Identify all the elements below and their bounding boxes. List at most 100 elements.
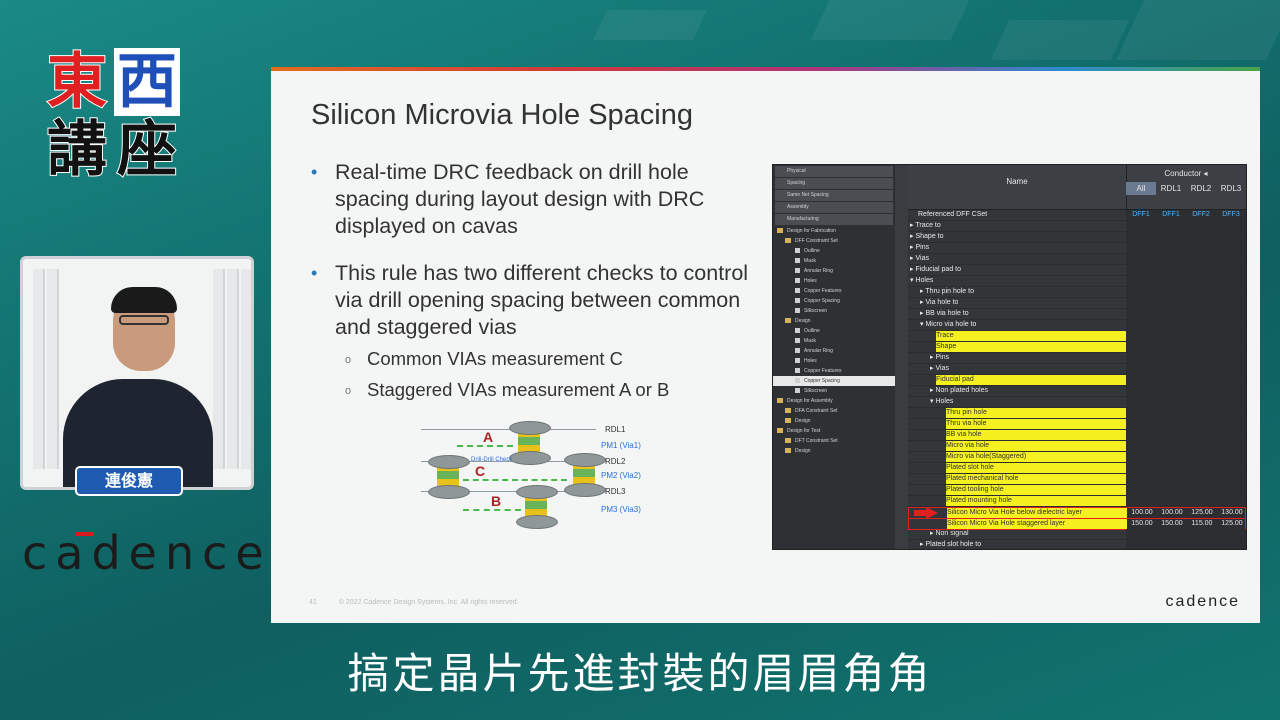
constraint-manager-screenshot: Physical Spacing Same Net Spacing Assembly M… <box>772 164 1247 550</box>
tree-item[interactable]: Design <box>773 316 895 326</box>
grid-row[interactable]: ▾ Holes <box>908 276 1246 287</box>
layer-label: RDL1 <box>605 425 626 434</box>
tree-item[interactable]: Design <box>773 446 895 456</box>
conductor-header: Conductor ◂ <box>1164 169 1208 178</box>
grid-row[interactable]: Plated mounting hole <box>908 496 1246 507</box>
grid-row[interactable]: ▸ Pins <box>908 353 1246 364</box>
grid-row[interactable]: Micro via hole <box>908 441 1246 452</box>
grid-row[interactable]: Thru pin hole <box>908 408 1246 419</box>
slide-title: Silicon Microvia Hole Spacing <box>311 99 693 131</box>
copyright: © 2022 Cadence Design Systems, Inc. All … <box>338 599 519 606</box>
caption-subtitle: 搞定晶片先進封裝的眉眉角角 <box>347 649 933 698</box>
tree-item[interactable]: Silkscreen <box>773 386 895 396</box>
bullet-item: • This rule has two different checks to c… <box>311 261 749 339</box>
measure-c-label: C <box>475 463 486 479</box>
grid-row[interactable]: Plated mechanical hole <box>908 474 1246 485</box>
layer-label: RDL3 <box>605 487 626 496</box>
constraint-grid: Name Conductor ◂ All RDL1 RDL2 RDL3 Refe… <box>908 165 1246 549</box>
tree-item[interactable]: Silkscreen <box>773 306 895 316</box>
tree-item[interactable]: Mask <box>773 256 895 266</box>
slide-color-bar <box>271 67 1260 71</box>
grid-row[interactable]: Plated slot hole <box>908 463 1246 474</box>
layer-label: PM1 (Via1) <box>601 441 641 450</box>
grid-row[interactable]: ▸ Plated slot hole to <box>908 540 1246 549</box>
slide-cadence-logo: cadence <box>1165 593 1240 610</box>
logo-char-3: 講 <box>46 115 108 185</box>
page-number: 41 <box>309 599 317 606</box>
grid-row[interactable]: Plated tooling hole <box>908 485 1246 496</box>
grid-row[interactable]: Micro via hole(Staggered) <box>908 452 1246 463</box>
grid-row[interactable]: Trace <box>908 331 1246 342</box>
via-pm2-left <box>428 455 470 499</box>
grid-row[interactable]: ▾ Holes <box>908 397 1246 408</box>
speaker-video <box>20 256 254 490</box>
tree-item[interactable]: Design for Assembly <box>773 396 895 406</box>
cadence-logo: cadence <box>22 526 272 580</box>
grid-row[interactable]: ▸ Fiducial pad to <box>908 265 1246 276</box>
grid-header: Name Conductor ◂ All RDL1 RDL2 RDL3 <box>908 165 1246 210</box>
tree-item[interactable]: Copper Spacing <box>773 296 895 306</box>
column-header: RDL1 <box>1160 184 1182 193</box>
tree-item[interactable]: Holes <box>773 356 895 366</box>
tree-item[interactable]: Holes <box>773 276 895 286</box>
via-pm1 <box>509 421 551 465</box>
red-arrow-icon <box>914 510 926 516</box>
grid-row[interactable]: ▸ Thru pin hole to <box>908 287 1246 298</box>
constraint-tab[interactable]: Same Net Spacing <box>775 190 893 201</box>
grid-row[interactable]: ▸ Vias <box>908 254 1246 265</box>
grid-row[interactable]: Fiducial pad <box>908 375 1246 386</box>
tree-item[interactable]: Copper Features <box>773 286 895 296</box>
layer-label: PM3 (Via3) <box>601 505 641 514</box>
tree-item[interactable]: Mask <box>773 336 895 346</box>
grid-row[interactable]: ▸ Non plated holes <box>908 386 1246 397</box>
grid-row[interactable]: Thru via hole <box>908 419 1246 430</box>
layer-label: RDL2 <box>605 457 626 466</box>
grid-row[interactable]: ▸ Trace to <box>908 221 1246 232</box>
tree-item[interactable]: Design for Fabrication <box>773 226 895 236</box>
constraint-tab[interactable]: Spacing <box>775 178 893 189</box>
grid-row[interactable]: Shape <box>908 342 1246 353</box>
grid-row[interactable]: ▸ Vias <box>908 364 1246 375</box>
logo-char-1: 東 <box>46 47 108 117</box>
bullet-list: • Real-time DRC feedback on drill hole sp… <box>311 159 751 409</box>
grid-row[interactable]: ▸ Non signal <box>908 529 1246 540</box>
tree-item[interactable]: Design for Test <box>773 426 895 436</box>
grid-row[interactable]: ▸ Shape to <box>908 232 1246 243</box>
tree-item[interactable]: Copper Features <box>773 366 895 376</box>
bullet-item: • Real-time DRC feedback on drill hole sp… <box>311 160 705 238</box>
speaker-nameplate: 連俊憲 <box>75 466 183 496</box>
logo-char-4: 座 <box>116 115 178 185</box>
tree-item[interactable]: Outline <box>773 246 895 256</box>
grid-row[interactable]: ▸ Pins <box>908 243 1246 254</box>
via-spacing-diagram: A C B Drill-Drill Check RDL1 PM1 (Via1) … <box>421 419 651 531</box>
tree-item[interactable]: Copper Spacing <box>773 376 895 386</box>
tree-item[interactable]: DFF Constraint Set <box>773 236 895 246</box>
column-header: RDL2 <box>1190 184 1212 193</box>
grid-row[interactable]: BB via hole <box>908 430 1246 441</box>
grid-row[interactable]: ▸ BB via hole to <box>908 309 1246 320</box>
constraint-tree: Physical Spacing Same Net Spacing Assembly M… <box>773 165 895 549</box>
constraint-tab[interactable]: Physical <box>775 166 893 177</box>
tree-item[interactable]: Annular Ring <box>773 266 895 276</box>
program-logo: 東 西 講 座 <box>44 47 180 185</box>
via-pm2-right <box>564 453 606 497</box>
logo-char-2: 西 <box>114 47 180 117</box>
tree-item[interactable]: Design <box>773 416 895 426</box>
layer-label: PM2 (Via2) <box>601 471 641 480</box>
sub-bullet-item: o Staggered VIAs measurement A or B <box>345 379 670 400</box>
tree-item[interactable]: DFT Constraint Set <box>773 436 895 446</box>
tree-item[interactable]: Outline <box>773 326 895 336</box>
grid-row[interactable]: Referenced DFF CSet DFF1 DFF1 DFF2 DFF3 <box>908 210 1246 221</box>
slide-footer: 41 © 2022 Cadence Design Systems, Inc. A… <box>309 599 539 606</box>
grid-row[interactable]: ▸ Via hole to <box>908 298 1246 309</box>
measure-a-label: A <box>483 429 494 445</box>
tree-item[interactable]: DFA Constraint Set <box>773 406 895 416</box>
tree-item[interactable]: Annular Ring <box>773 346 895 356</box>
measure-b-label: B <box>491 493 502 509</box>
grid-row[interactable]: ▾ Micro via hole to <box>908 320 1246 331</box>
constraint-tab[interactable]: Manufacturing <box>775 214 893 225</box>
column-header: All <box>1126 182 1156 195</box>
drill-check-label: Drill-Drill Check <box>471 457 513 463</box>
column-header: RDL3 <box>1220 184 1242 193</box>
constraint-tab[interactable]: Assembly <box>775 202 893 213</box>
